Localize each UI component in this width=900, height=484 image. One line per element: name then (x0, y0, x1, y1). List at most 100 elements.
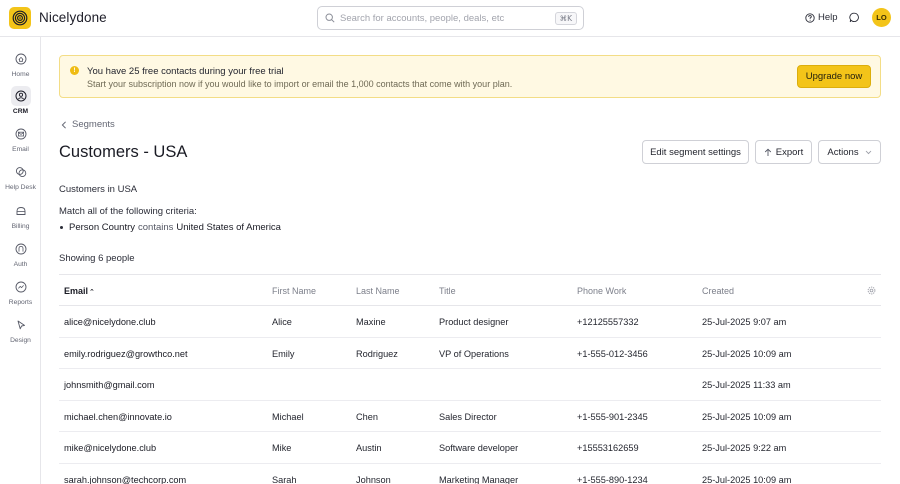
table-row[interactable]: sarah.johnson@techcorp.com Sarah Johnson… (59, 464, 881, 484)
cell-email[interactable]: mike@nicelydone.club (64, 443, 156, 453)
column-header-created[interactable]: Created (702, 286, 734, 296)
cell-phone: +12125557332 (577, 317, 639, 327)
home-icon (11, 49, 31, 69)
sidebar-item-email[interactable]: Email (0, 124, 41, 158)
cell-last-name: Chen (356, 411, 378, 422)
cell-created: 25-Jul-2025 11:33 am (702, 380, 791, 390)
criterion-operator: contains (138, 222, 174, 233)
bullet (60, 226, 63, 229)
cell-email[interactable]: sarah.johnson@techcorp.com (64, 475, 186, 484)
cell-first-name: Sarah (272, 474, 297, 484)
sidebar-item-label: Billing (11, 223, 30, 230)
reports-icon (11, 277, 31, 297)
table-row[interactable]: emily.rodriguez@growthco.net Emily Rodri… (59, 338, 881, 369)
gear-icon[interactable] (867, 286, 876, 297)
search-bar[interactable]: ⌘K (317, 6, 584, 30)
sidebar-item-label: Reports (8, 299, 33, 306)
cell-last-name: Johnson (356, 474, 391, 484)
sidebar-item-reports[interactable]: Reports (0, 277, 41, 311)
info-icon: ! (70, 66, 79, 75)
app-name: Nicelydone (39, 10, 107, 25)
search-input[interactable] (340, 12, 550, 24)
cell-last-name: Rodriguez (356, 348, 398, 359)
page-title: Customers - USA (59, 143, 188, 161)
trial-banner: ! You have 25 free contacts during your … (59, 55, 881, 98)
sidebar-item-label: Auth (13, 261, 28, 268)
cell-title: Product designer (439, 317, 509, 327)
cell-first-name: Emily (272, 348, 295, 359)
chevron-left-icon (61, 120, 66, 129)
cell-last-name: Maxine (356, 317, 386, 327)
criterion-item: Person Country contains United States of… (59, 222, 281, 233)
logo-icon[interactable] (9, 7, 31, 29)
search-icon (325, 13, 335, 23)
email-icon (11, 124, 31, 144)
table-row[interactable]: johnsmith@gmail.com 25-Jul-2025 11:33 am (59, 369, 881, 401)
cell-email[interactable]: alice@nicelydone.club (64, 317, 156, 327)
table-row[interactable]: mike@nicelydone.club Mike Austin Softwar… (59, 432, 881, 464)
cell-created: 25-Jul-2025 9:07 am (702, 317, 787, 327)
sidebar-item-home[interactable]: Home (0, 49, 41, 83)
cell-email[interactable]: johnsmith@gmail.com (64, 380, 155, 390)
sort-ascending-icon: ⌃ (89, 289, 95, 296)
cell-phone: +1-555-890-1234 (577, 474, 648, 484)
upgrade-button[interactable]: Upgrade now (797, 65, 871, 88)
cell-email[interactable]: emily.rodriguez@growthco.net (64, 349, 188, 359)
cell-created: 25-Jul-2025 9:22 am (702, 443, 787, 453)
table-row[interactable]: michael.chen@innovate.io Michael Chen Sa… (59, 401, 881, 432)
upload-icon (764, 148, 771, 156)
sidebar-item-label: Email (12, 146, 29, 153)
cell-first-name: Alice (272, 317, 292, 327)
chevron-down-icon (865, 150, 871, 154)
cell-phone: +1-555-012-3456 (577, 348, 648, 359)
design-icon (11, 315, 31, 335)
column-header-phone-work[interactable]: Phone Work (577, 286, 626, 296)
cell-email[interactable]: michael.chen@innovate.io (64, 412, 172, 422)
crm-icon (10, 86, 31, 106)
export-label: Export (775, 146, 804, 158)
banner-subtitle: Start your subscription now if you would… (87, 79, 513, 89)
column-header-last-name[interactable]: Last Name (356, 286, 400, 296)
results-count: Showing 6 people (59, 253, 135, 264)
criteria-label: Match all of the following criteria: (59, 206, 197, 217)
help-label: Help (818, 12, 838, 23)
edit-segment-settings-button[interactable]: Edit segment settings (642, 140, 749, 164)
sidebar: Home CRM Email Help Desk Billing Auth Re… (0, 37, 41, 484)
breadcrumb-segments-link[interactable]: Segments (72, 119, 115, 130)
sidebar-item-billing[interactable]: Billing (0, 201, 41, 235)
cell-created: 25-Jul-2025 10:09 am (702, 474, 792, 484)
sidebar-item-crm[interactable]: CRM (0, 86, 41, 120)
sidebar-item-label: Design (10, 337, 31, 344)
actions-dropdown[interactable]: Actions (818, 140, 881, 164)
table-header: Email⌃ First Name Last Name Title Phone … (59, 274, 881, 306)
cell-phone: +15553162659 (577, 443, 639, 453)
cell-title: Sales Director (439, 411, 497, 422)
criterion-value: United States of America (176, 222, 281, 233)
cell-first-name: Mike (272, 443, 292, 453)
segment-description: Customers in USA (59, 184, 138, 195)
sidebar-item-design[interactable]: Design (0, 315, 41, 349)
avatar[interactable]: LO (872, 8, 891, 27)
sidebar-item-label: Home (11, 71, 30, 78)
help-button[interactable]: Help (805, 12, 838, 23)
criterion-property: Person Country (69, 222, 136, 233)
actions-label: Actions (827, 146, 859, 158)
sidebar-item-auth[interactable]: Auth (0, 239, 41, 273)
sidebar-item-help-desk[interactable]: Help Desk (0, 162, 41, 196)
banner-title: You have 25 free contacts during your fr… (87, 66, 284, 77)
table-row[interactable]: alice@nicelydone.club Alice Maxine Produ… (59, 306, 881, 338)
column-header-email[interactable]: Email⌃ (64, 286, 95, 296)
help-desk-icon (11, 162, 31, 182)
column-header-title[interactable]: Title (439, 286, 456, 296)
sidebar-item-label: Help Desk (5, 184, 36, 191)
column-header-first-name[interactable]: First Name (272, 286, 316, 296)
cell-title: Software developer (439, 443, 519, 453)
export-button[interactable]: Export (755, 140, 812, 164)
breadcrumb[interactable]: Segments (61, 119, 115, 130)
chat-icon[interactable] (849, 12, 860, 25)
top-bar: Nicelydone ⌘K Help LO (0, 0, 900, 37)
billing-icon (11, 201, 31, 221)
cell-title: VP of Operations (439, 348, 509, 359)
cell-last-name: Austin (356, 443, 382, 453)
help-circle-icon (805, 12, 815, 23)
